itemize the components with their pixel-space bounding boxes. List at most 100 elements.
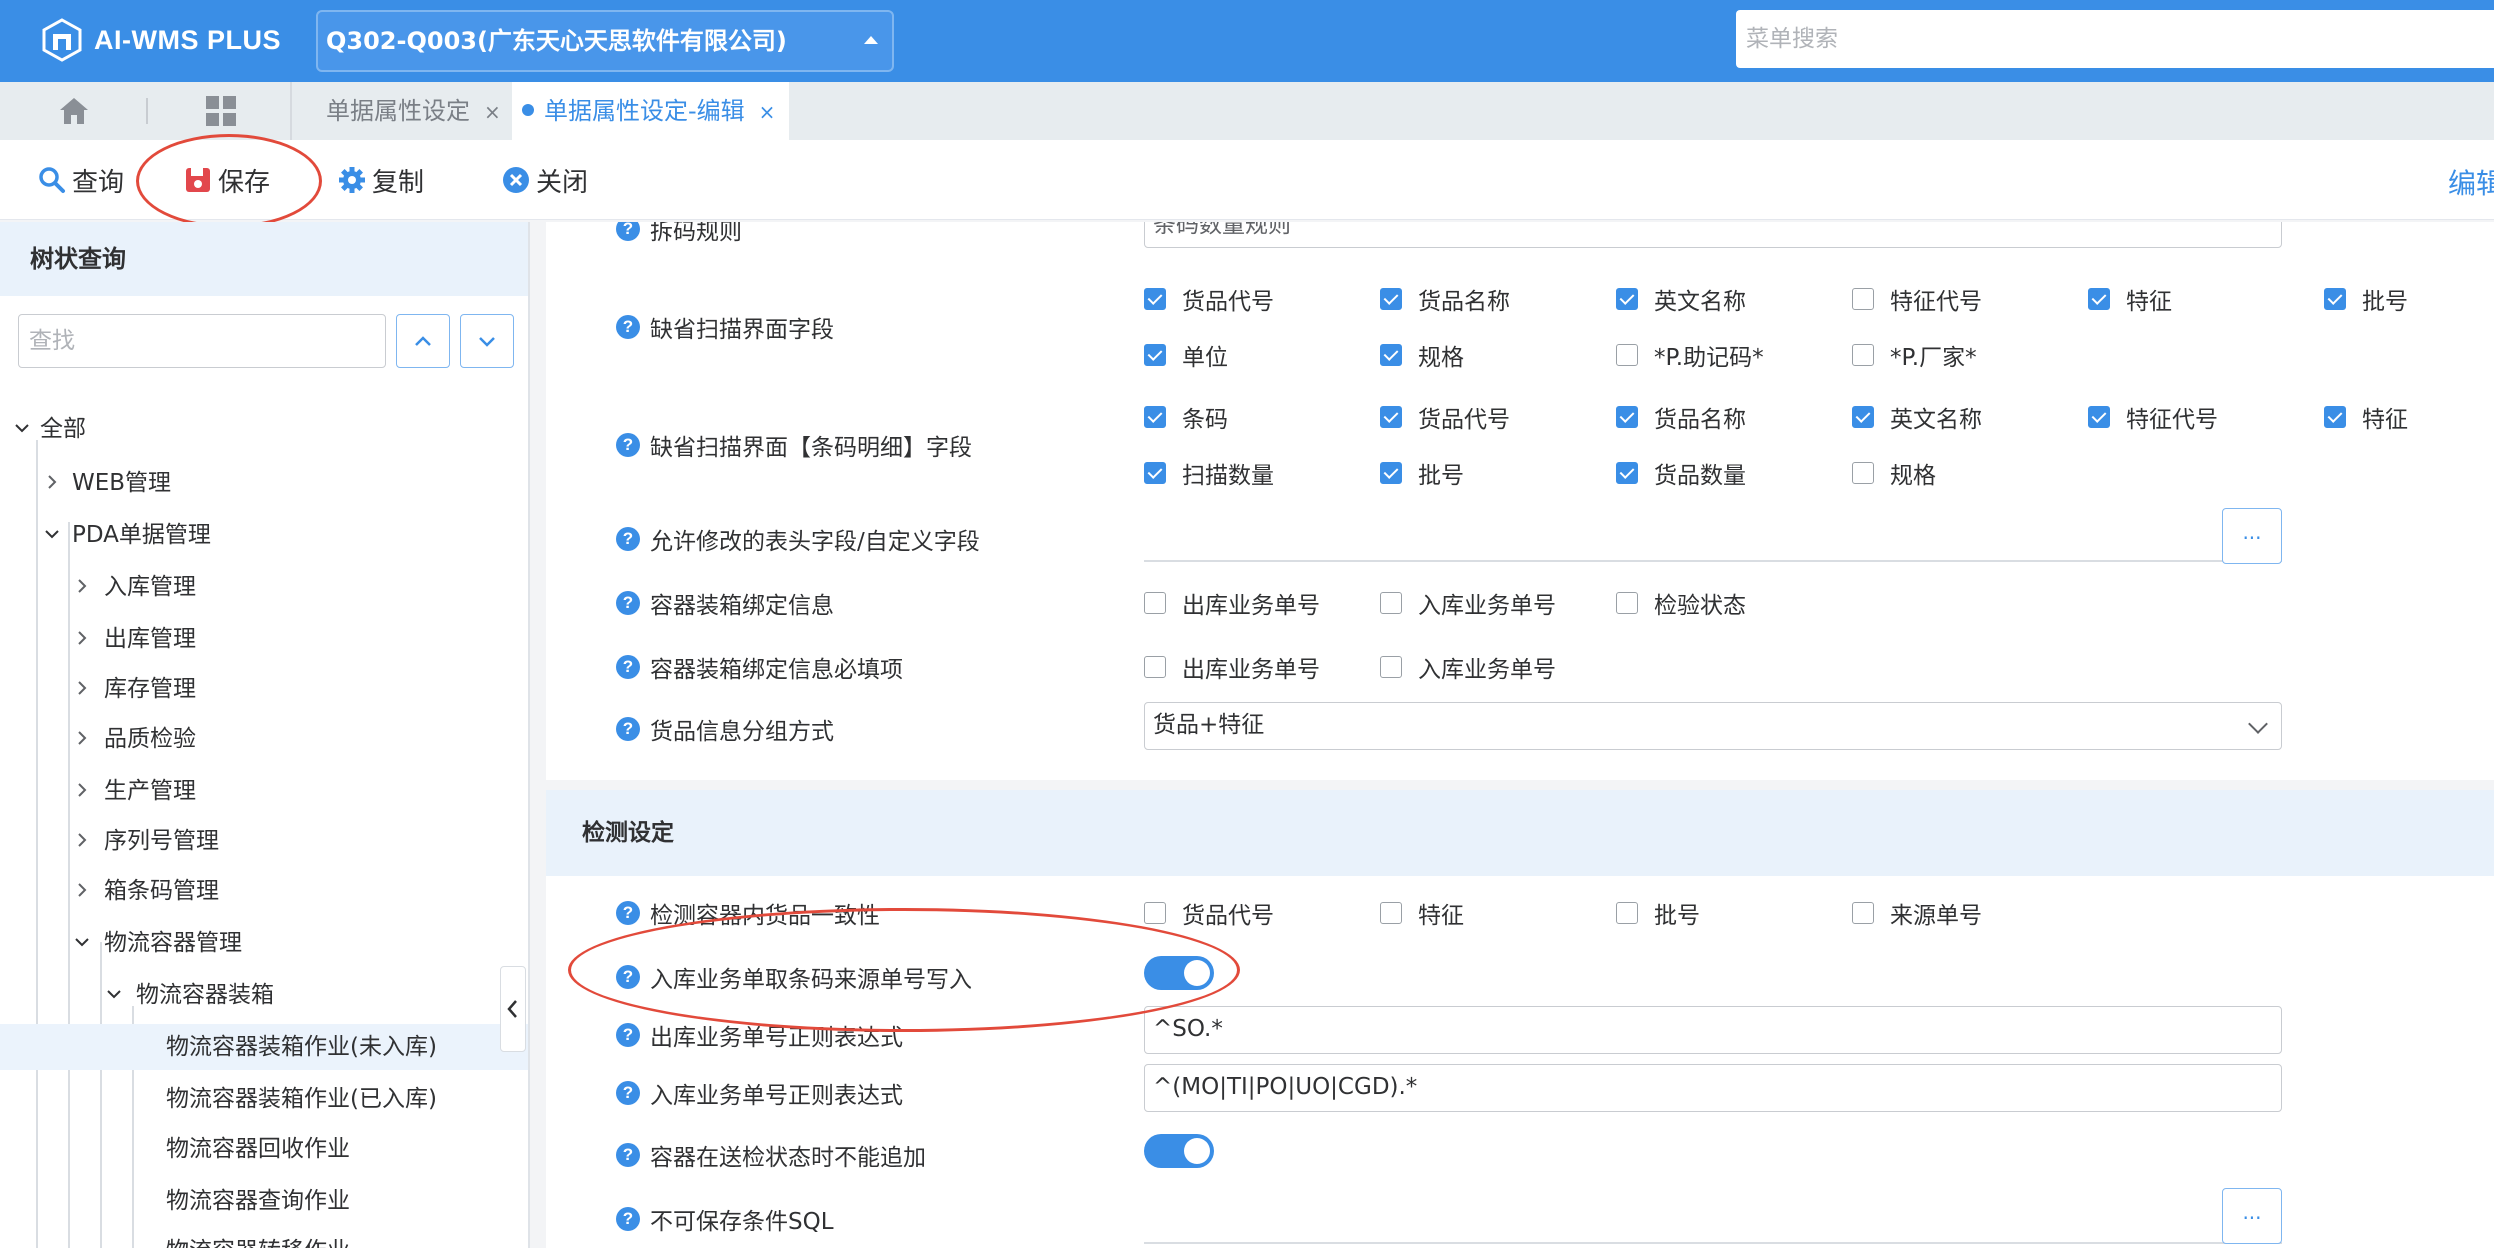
checkbox[interactable]: 条码 [1144,400,1228,434]
checkbox-box[interactable] [1616,344,1638,366]
tree-node-quality[interactable]: 品质检验 [0,716,528,762]
tab-doc-attr-settings[interactable]: 单据属性设定 × [326,82,501,140]
help-icon[interactable]: ? [616,1143,640,1167]
tree-node-inbound[interactable]: 入库管理 [0,564,528,610]
help-icon[interactable]: ? [616,222,640,241]
help-icon[interactable]: ? [616,1023,640,1047]
tree-node-container-packing[interactable]: 物流容器装箱 [0,972,528,1018]
checkbox[interactable]: 特征 [2324,400,2408,434]
checkbox-box[interactable] [1380,288,1402,310]
checkbox-box[interactable] [1852,344,1874,366]
checkbox[interactable]: 特征代号 [2088,400,2218,434]
checkbox[interactable]: 规格 [1380,338,1464,372]
tree-search-input[interactable]: 查找 [18,314,386,368]
tree-node-pda[interactable]: PDA单据管理 [0,512,528,558]
help-icon[interactable]: ? [616,965,640,989]
home-icon[interactable] [56,94,92,128]
help-icon[interactable]: ? [616,433,640,457]
checkbox[interactable]: 规格 [1852,456,1936,490]
help-icon[interactable]: ? [616,717,640,741]
tree-node-box-barcode[interactable]: 箱条码管理 [0,868,528,914]
tree-node-recycle[interactable]: 物流容器回收作业 [0,1126,528,1172]
tab-close-icon[interactable]: × [759,100,776,124]
tree-node-container-query[interactable]: 物流容器查询作业 [0,1178,528,1224]
checkbox-box[interactable] [1144,902,1166,924]
checkbox[interactable]: 货品代号 [1144,282,1274,316]
checkbox[interactable]: 货品名称 [1380,282,1510,316]
help-icon[interactable]: ? [616,591,640,615]
checkbox[interactable]: 检验状态 [1616,586,1746,620]
tree-prev-button[interactable] [396,314,450,368]
barcode-rule-field[interactable]: 条码数量规则 [1144,222,2282,248]
checkbox[interactable]: 货品数量 [1616,456,1746,490]
checkbox-box[interactable] [1616,592,1638,614]
checkbox[interactable]: 单位 [1144,338,1228,372]
checkbox[interactable]: 货品名称 [1616,400,1746,434]
checkbox-box[interactable] [2324,406,2346,428]
save-button[interactable]: 保存 [184,162,270,198]
query-button[interactable]: 查询 [38,162,124,198]
checkbox[interactable]: 英文名称 [1852,400,1982,434]
checkbox[interactable]: 来源单号 [1852,896,1982,930]
checkbox-box[interactable] [2088,288,2110,310]
copy-button[interactable]: 复制 [338,162,424,198]
checkbox[interactable]: 特征 [1380,896,1464,930]
checkbox-box[interactable] [1380,656,1402,678]
checkbox-box[interactable] [1852,406,1874,428]
checkbox-box[interactable] [1852,462,1874,484]
inbound-regex-input[interactable]: ^(MO|TI|PO|UO|CGD).* [1144,1064,2282,1112]
tab-close-icon[interactable]: × [484,100,501,124]
help-icon[interactable]: ? [616,1207,640,1231]
checkbox-box[interactable] [1616,902,1638,924]
close-button[interactable]: 关闭 [502,162,588,198]
grouping-select[interactable]: 货品+特征 [1144,702,2282,750]
tree-node-packing-not-inbound[interactable]: 物流容器装箱作业(未入库) [0,1024,528,1070]
help-icon[interactable]: ? [616,315,640,339]
checkbox[interactable]: 出库业务单号 [1144,650,1320,684]
inbound-source-toggle[interactable] [1144,956,1214,990]
app-logo[interactable]: AI-WMS PLUS [40,18,281,62]
checkbox-box[interactable] [1380,406,1402,428]
tab-doc-attr-edit[interactable]: 单据属性设定-编辑 × [512,82,790,140]
tree-node-web[interactable]: WEB管理 [0,460,528,506]
checkbox-box[interactable] [1144,288,1166,310]
checkbox[interactable]: 入库业务单号 [1380,650,1556,684]
help-icon[interactable]: ? [616,527,640,551]
no-save-sql-button[interactable]: ... [2222,1188,2282,1244]
checkbox[interactable]: 入库业务单号 [1380,586,1556,620]
edit-link[interactable]: 编辑 [2448,162,2494,202]
checkbox-box[interactable] [2088,406,2110,428]
checkbox[interactable]: 特征 [2088,282,2172,316]
checkbox[interactable]: *P.助记码* [1616,338,1764,372]
checkbox-box[interactable] [1380,462,1402,484]
checkbox-box[interactable] [1380,592,1402,614]
outbound-regex-input[interactable]: ^SO.* [1144,1006,2282,1054]
tree-next-button[interactable] [460,314,514,368]
checkbox[interactable]: 出库业务单号 [1144,586,1320,620]
checkbox-box[interactable] [1144,592,1166,614]
checkbox-box[interactable] [1616,462,1638,484]
checkbox-box[interactable] [1380,902,1402,924]
checkbox[interactable]: 批号 [2324,282,2408,316]
checkbox[interactable]: 扫描数量 [1144,456,1274,490]
checkbox[interactable]: 特征代号 [1852,282,1982,316]
checkbox[interactable]: 货品代号 [1144,896,1274,930]
tree-node-inventory[interactable]: 库存管理 [0,666,528,712]
tenant-select[interactable]: Q302-Q003(广东天心天思软件有限公司) [316,10,894,72]
checkbox-box[interactable] [1852,288,1874,310]
checkbox[interactable]: 批号 [1380,456,1464,490]
checkbox-box[interactable] [1852,902,1874,924]
checkbox[interactable]: 英文名称 [1616,282,1746,316]
checkbox[interactable]: 货品代号 [1380,400,1510,434]
help-icon[interactable]: ? [616,901,640,925]
help-icon[interactable]: ? [616,1081,640,1105]
checkbox-box[interactable] [1144,344,1166,366]
checkbox-box[interactable] [1616,406,1638,428]
checkbox-box[interactable] [1616,288,1638,310]
checkbox-box[interactable] [1144,462,1166,484]
menu-search-input[interactable]: 菜单搜索 [1736,10,2494,68]
editable-fields-picker-button[interactable]: ... [2222,508,2282,564]
tree-node-packing-inbound[interactable]: 物流容器装箱作业(已入库) [0,1076,528,1122]
tree-node-container-transfer[interactable]: 物流容器转移作业 [0,1228,528,1248]
checkbox[interactable]: 批号 [1616,896,1700,930]
